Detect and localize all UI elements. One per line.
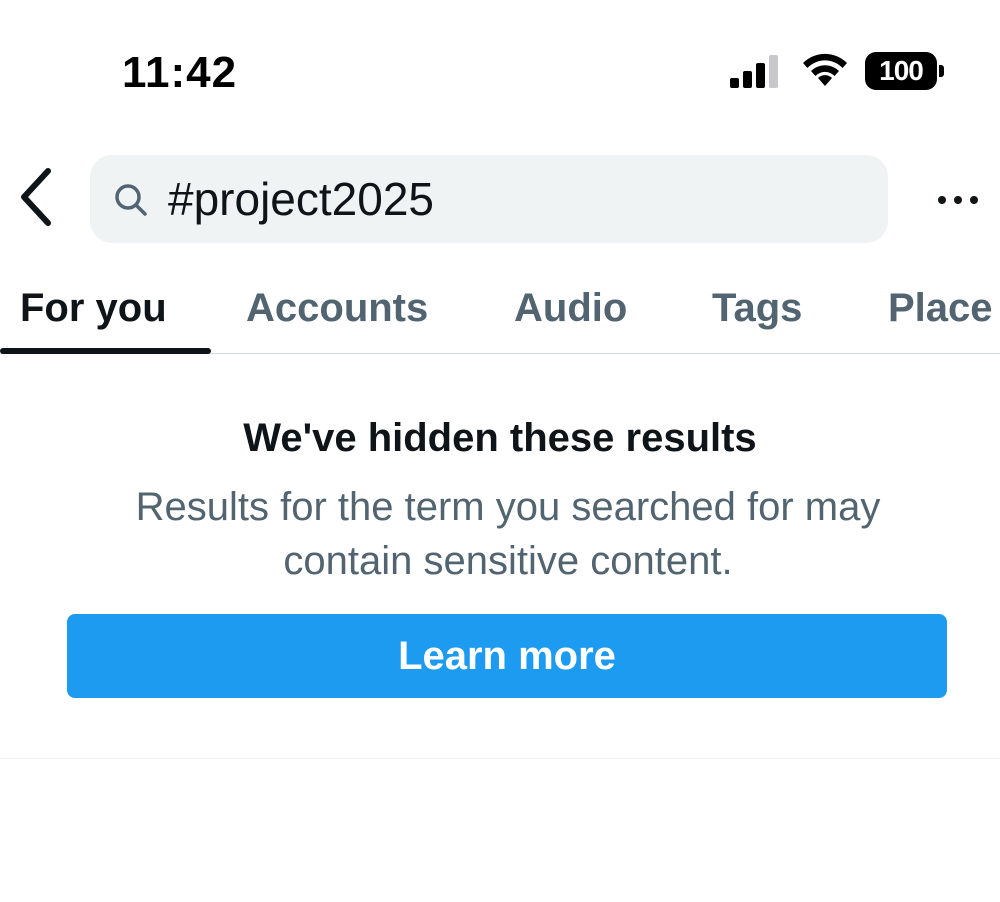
battery-indicator: 100 — [865, 52, 937, 90]
search-box[interactable] — [90, 155, 888, 243]
tab-accounts[interactable]: Accounts — [246, 262, 428, 353]
more-button[interactable] — [930, 180, 986, 220]
tab-for-you[interactable]: For you — [20, 262, 167, 353]
more-horizontal-icon — [938, 196, 978, 204]
battery-cap — [939, 65, 944, 77]
back-button[interactable] — [10, 160, 62, 234]
battery-level: 100 — [879, 55, 924, 86]
learn-more-button[interactable]: Learn more — [67, 614, 947, 698]
search-icon — [115, 184, 147, 216]
active-tab-indicator — [0, 348, 211, 354]
status-time: 11:42 — [122, 48, 238, 97]
notice-body: Results for the term you searched for ma… — [135, 485, 881, 583]
notice-title: We've hidden these results — [243, 416, 757, 460]
cellular-signal-icon — [730, 55, 778, 88]
tab-places[interactable]: Place — [888, 262, 993, 353]
tab-tags[interactable]: Tags — [712, 262, 802, 353]
search-tabs: For you Accounts Audio Tags Place — [0, 262, 1000, 354]
search-input[interactable] — [168, 167, 858, 231]
wifi-icon — [803, 53, 847, 86]
tab-audio[interactable]: Audio — [514, 262, 627, 353]
chevron-left-icon — [21, 168, 51, 226]
divider — [0, 758, 1000, 759]
status-bar: 11:42 100 — [0, 0, 1000, 130]
